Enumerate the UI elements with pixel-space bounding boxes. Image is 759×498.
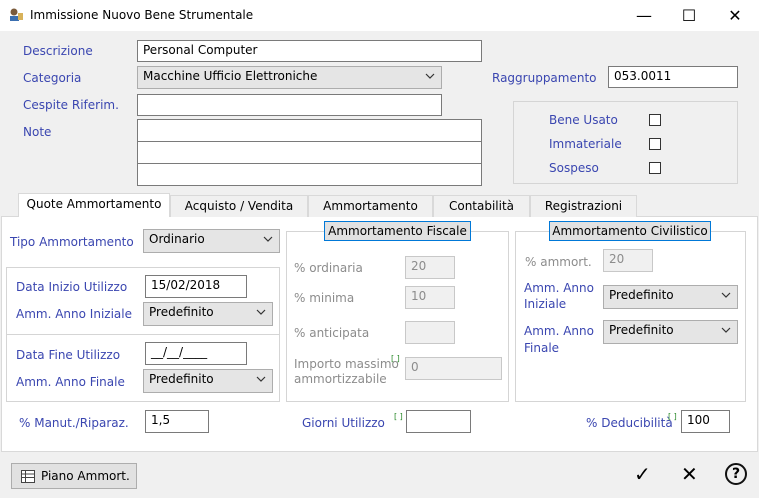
amm-anno-iniziale-label: Amm. Anno Iniziale bbox=[16, 307, 132, 321]
giorni-utilizzo-label: Giorni Utilizzo bbox=[302, 416, 385, 430]
sospeso-checkbox[interactable] bbox=[649, 162, 661, 174]
cespite-label: Cespite Riferim. bbox=[23, 98, 119, 112]
civ-finale-label-line2: Finale bbox=[524, 341, 560, 355]
maximize-button[interactable]: ☐ bbox=[666, 0, 712, 31]
tab-acquisto-vendita[interactable]: Acquisto / Vendita bbox=[170, 195, 308, 217]
manutenzione-label: % Manut./Riparaz. bbox=[19, 416, 129, 430]
giorni-utilizzo-input[interactable] bbox=[406, 410, 471, 433]
chevron-down-icon bbox=[256, 309, 266, 315]
importo-label-line1: Importo massimo bbox=[294, 357, 399, 371]
anticipata-input[interactable] bbox=[405, 321, 455, 344]
minima-label: % minima bbox=[294, 291, 355, 305]
close-button[interactable]: ✕ bbox=[712, 0, 758, 31]
close-icon: ✕ bbox=[728, 6, 742, 25]
ammort-input[interactable]: 20 bbox=[603, 249, 653, 272]
bene-usato-checkbox[interactable] bbox=[649, 114, 661, 126]
chevron-down-icon bbox=[721, 327, 731, 333]
data-inizio-input[interactable]: 15/02/2018 bbox=[145, 275, 247, 298]
window-title: Immissione Nuovo Bene Strumentale bbox=[30, 8, 254, 22]
ammortamento-fiscale-header[interactable]: Ammortamento Fiscale bbox=[324, 221, 471, 241]
civ-finale-label-line1: Amm. Anno bbox=[524, 324, 594, 338]
civ-anno-iniziale-select[interactable]: Predefinito bbox=[603, 285, 738, 309]
bene-usato-label: Bene Usato bbox=[549, 113, 618, 127]
info-marker-icon: [ ] bbox=[394, 412, 403, 421]
info-marker-icon: [ ] bbox=[391, 354, 400, 363]
minima-input[interactable]: 10 bbox=[405, 286, 455, 309]
manutenzione-input[interactable]: 1,5 bbox=[145, 410, 209, 433]
categoria-select[interactable]: Macchine Ufficio Elettroniche bbox=[137, 66, 442, 89]
raggruppamento-label: Raggruppamento bbox=[492, 71, 597, 85]
note-label: Note bbox=[23, 125, 52, 139]
importo-massimo-input[interactable]: 0 bbox=[405, 357, 502, 380]
immateriale-checkbox[interactable] bbox=[649, 138, 661, 150]
chevron-down-icon bbox=[425, 73, 435, 79]
ordinaria-input[interactable]: 20 bbox=[405, 256, 455, 279]
tab-contabilita[interactable]: Contabilità bbox=[433, 195, 530, 217]
table-icon bbox=[21, 470, 35, 483]
immateriale-label: Immateriale bbox=[549, 137, 622, 151]
importo-label-line2: ammortizzabile bbox=[294, 372, 387, 386]
chevron-down-icon bbox=[263, 236, 273, 242]
ordinaria-label: % ordinaria bbox=[294, 261, 363, 275]
amm-anno-iniziale-select[interactable]: Predefinito bbox=[143, 302, 273, 326]
info-marker-icon: [ ] bbox=[668, 412, 677, 421]
ammortamento-civilistico-header[interactable]: Ammortamento Civilistico bbox=[549, 221, 711, 241]
anticipata-label: % anticipata bbox=[294, 326, 370, 340]
data-fine-input[interactable]: __/__/____ bbox=[145, 342, 247, 365]
cespite-input[interactable] bbox=[137, 94, 442, 116]
civ-iniziale-label-line2: Iniziale bbox=[524, 297, 567, 311]
data-fine-label: Data Fine Utilizzo bbox=[16, 348, 121, 362]
civ-iniziale-label-line1: Amm. Anno bbox=[524, 281, 594, 295]
piano-ammort-button[interactable]: Piano Ammort. bbox=[11, 463, 137, 489]
note-textarea[interactable] bbox=[137, 119, 482, 186]
chevron-down-icon bbox=[256, 376, 266, 382]
amm-anno-finale-label: Amm. Anno Finale bbox=[16, 375, 125, 389]
descrizione-label: Descrizione bbox=[23, 44, 93, 58]
deducibilita-label: % Deducibilità bbox=[586, 416, 673, 430]
flags-group bbox=[513, 101, 738, 184]
maximize-icon: ☐ bbox=[681, 6, 697, 25]
deducibilita-input[interactable]: 100 bbox=[681, 410, 730, 433]
minimize-icon: — bbox=[636, 6, 652, 25]
tipo-ammortamento-label: Tipo Ammortamento bbox=[10, 235, 134, 249]
raggruppamento-input[interactable]: 053.0011 bbox=[608, 66, 738, 88]
app-icon bbox=[10, 8, 23, 21]
cancel-x-icon[interactable]: ✕ bbox=[681, 462, 698, 486]
tab-registrazioni[interactable]: Registrazioni bbox=[530, 195, 637, 217]
tab-quote-ammortamento[interactable]: Quote Ammortamento bbox=[18, 193, 170, 217]
ok-check-icon[interactable]: ✓ bbox=[634, 462, 651, 486]
sospeso-label: Sospeso bbox=[549, 161, 599, 175]
amm-anno-finale-select[interactable]: Predefinito bbox=[143, 369, 273, 393]
tipo-ammortamento-select[interactable]: Ordinario bbox=[143, 229, 280, 253]
tab-ammortamento[interactable]: Ammortamento bbox=[308, 195, 433, 217]
descrizione-input[interactable]: Personal Computer bbox=[137, 40, 482, 62]
ammort-label: % ammort. bbox=[525, 255, 592, 269]
minimize-button[interactable]: — bbox=[621, 0, 667, 31]
categoria-label: Categoria bbox=[23, 71, 82, 85]
help-icon[interactable]: ? bbox=[725, 463, 747, 485]
data-inizio-label: Data Inizio Utilizzo bbox=[16, 280, 128, 294]
chevron-down-icon bbox=[721, 292, 731, 298]
civ-anno-finale-select[interactable]: Predefinito bbox=[603, 320, 738, 344]
